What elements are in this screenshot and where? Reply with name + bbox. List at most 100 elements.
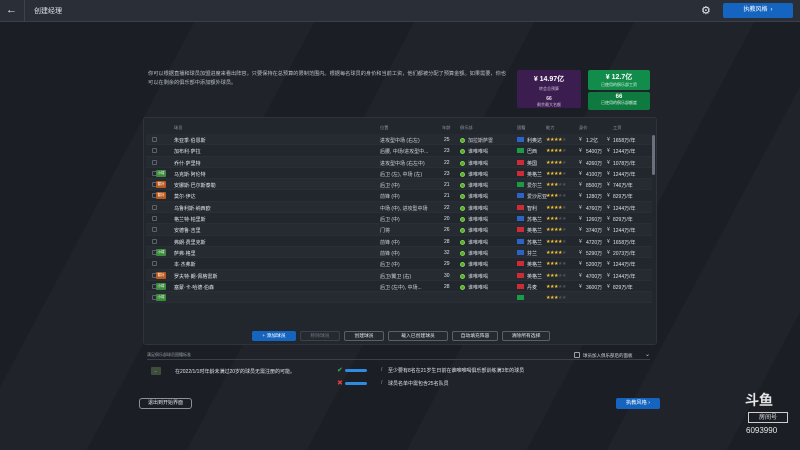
header-wage[interactable]: 工资 <box>613 125 621 131</box>
remove-player-button[interactable]: 移除球员 <box>300 331 340 341</box>
transfer-budget-amount: ¥ 14.97亿 <box>533 76 565 83</box>
player-club: 谁唯唯喝 <box>460 227 488 234</box>
player-name[interactable]: 安德鲁·吉里 <box>174 227 201 234</box>
header-player[interactable]: 球员 <box>174 125 182 131</box>
player-wage: 1244万/年 <box>613 273 636 280</box>
table-row[interactable]: 替补 莫尔·伊达 前锋 (中) 21 谁唯唯喝 爱沙尼亚 ★★★★★ ¥1280万 ¥829万/… <box>146 190 652 202</box>
create-player-button[interactable]: 创建球员 <box>344 331 384 341</box>
watermark-room-number: 6093990 <box>746 426 778 435</box>
add-player-button[interactable]: + 添加球员 <box>252 331 296 341</box>
table-row[interactable]: 小将 塞蒙·卡·哈德·伯森 后卫 (左中), 中场... 28 谁唯唯喝 丹麦 ★★★★★ ¥… <box>146 281 652 293</box>
player-name[interactable]: 乔什·萨里特 <box>174 160 201 167</box>
requirement-condition: 至少要有8名在21岁生日前在谁唯唯喝俱乐部训练满3年的球员 <box>388 368 525 374</box>
chevron-down-icon[interactable]: ⌄ <box>645 351 650 358</box>
table-row[interactable]: 小将 萨弗·格里 前锋 (中) 32 谁唯唯喝 芬兰 ★★★★★ ¥5290万 ¥2073万/年 <box>146 246 652 259</box>
player-age: 23 <box>444 148 450 155</box>
header-age[interactable]: 年龄 <box>442 125 450 131</box>
status-badge: 小将 <box>156 294 166 302</box>
chevron-right-icon: › <box>770 7 773 13</box>
table-row[interactable]: 乔什·萨里特 进攻型中场 (右左中) 22 谁唯唯喝 英国 ★★★★★ ¥4260万 ¥107… <box>146 156 652 168</box>
watermark-logo: 斗鱼 <box>745 392 773 408</box>
player-wage: 1658万/年 <box>613 138 636 144</box>
table-row[interactable]: 加布利·萨拉 后腰, 中场/进攻型中... 23 谁唯唯喝 巴西 ★★★★★ ¥5400万 ¥… <box>146 145 652 157</box>
flag-icon <box>517 159 524 165</box>
table-row[interactable]: 格兰特·帕里斯 后卫 (中) 20 谁唯唯喝 苏格兰 ★★★★★ ¥1260万 ¥829万/年 <box>146 213 652 225</box>
player-wage: 1244万/年 <box>613 228 636 235</box>
table-row[interactable]: 弗朗·费里克斯 前锋 (中) 28 谁唯唯喝 苏格兰 ★★★★★ ¥4720万 ¥1658万/… <box>146 236 652 247</box>
row-checkbox[interactable] <box>152 137 157 142</box>
player-name[interactable]: 本·杰弗斯 <box>174 261 196 268</box>
player-position: 后腰, 中场/进攻型中... <box>380 149 429 156</box>
status-badge: 替补 <box>156 192 166 200</box>
player-name[interactable]: 塞蒙·卡·哈德·伯森 <box>174 284 214 291</box>
row-checkbox[interactable] <box>152 204 157 210</box>
club-crest-icon <box>460 160 465 166</box>
header-club[interactable]: 俱乐部 <box>460 125 473 131</box>
clear-selection-button[interactable]: 清除所有选择 <box>502 331 550 341</box>
player-nation: 巴西 <box>527 149 538 156</box>
currency-symbol: ¥ <box>607 148 610 155</box>
flag-icon <box>517 170 524 176</box>
ability-stars: ★★★★★ <box>546 216 566 223</box>
club-crest-icon <box>460 228 465 234</box>
gear-icon[interactable]: ⚙ <box>701 4 711 17</box>
player-club: 谁唯唯喝 <box>460 160 488 167</box>
row-checkbox[interactable] <box>152 159 157 165</box>
table-row[interactable]: 本·杰弗斯 后卫 (中) 29 谁唯唯喝 英格兰 ★★★★★ ¥5200万 ¥1244万/年 <box>146 258 652 270</box>
autofill-button[interactable]: 自动填充阵容 <box>452 331 498 341</box>
load-player-button[interactable]: 载入已创建球员 <box>388 331 448 341</box>
club-crest-icon <box>460 250 465 256</box>
club-name: 谁唯唯喝 <box>468 217 489 224</box>
header-nation[interactable]: 国籍 <box>517 125 525 131</box>
player-name[interactable]: 莫尔·伊达 <box>174 193 196 200</box>
exit-to-start-button[interactable]: 退出到开始界面 <box>139 398 192 409</box>
row-checkbox[interactable] <box>152 227 157 233</box>
player-name[interactable]: 马克斯·阿伦特 <box>174 171 206 178</box>
table-row[interactable]: 乌鲁利斯·纳西欧 中场 (中), 进攻型中场 22 谁唯唯喝 智利 ★★★★★ ¥4760万… <box>146 201 652 214</box>
header-position[interactable]: 位置 <box>380 125 388 131</box>
player-name[interactable]: 弗朗·费里克斯 <box>174 239 206 246</box>
table-row[interactable]: 安德鲁·吉里 门将 26 谁唯唯喝 英格兰 ★★★★★ ¥3740万 ¥1244万/年 <box>146 224 652 236</box>
flag-icon <box>517 204 524 210</box>
currency-symbol: ¥ <box>607 159 610 166</box>
show-panel-checkbox[interactable] <box>574 352 580 358</box>
player-age: 21 <box>444 182 450 189</box>
watermark-room-label: 房间号 <box>748 412 788 423</box>
player-name[interactable]: 朱亚季·伯恩斯 <box>174 137 206 144</box>
row-checkbox[interactable] <box>152 148 157 154</box>
player-wage: 829万/年 <box>613 217 633 224</box>
player-nation: 英格兰 <box>527 171 543 178</box>
flag-icon <box>517 261 524 267</box>
continue-button[interactable]: 执教风格 › <box>723 3 793 18</box>
back-arrow-icon[interactable]: ← <box>6 4 18 17</box>
player-name[interactable]: 安娜斯·巴尔斯泰勒 <box>174 182 216 189</box>
requirement-note: 在2022/1/1时年龄未满过20岁的球员无需注册的可能。 <box>175 369 296 375</box>
player-name[interactable]: 罗夫特·朗·佩格雷斯 <box>174 273 217 280</box>
player-name[interactable]: 萨弗·格里 <box>174 250 196 257</box>
header-ability[interactable]: 能力 <box>546 125 554 131</box>
player-name[interactable]: 格兰特·帕里斯 <box>174 216 206 223</box>
table-row[interactable]: 替补 罗夫特·朗·佩格雷斯 后卫/翼卫 (右) 30 谁唯唯喝 英格兰 ★★★★★ ¥4700… <box>146 269 652 281</box>
player-name[interactable]: 加布利·萨拉 <box>174 148 201 155</box>
continue-button-bottom[interactable]: 执教风格 › <box>616 398 660 409</box>
player-name[interactable]: 乌鲁利斯·纳西欧 <box>174 205 211 212</box>
row-checkbox[interactable] <box>152 216 157 222</box>
club-crest-icon <box>460 138 465 143</box>
table-row[interactable]: 小将 马克斯·阿伦特 后卫 (左), 中场 (左) 23 谁唯唯喝 英格兰 ★★★★★ ¥41… <box>146 168 652 180</box>
player-nation: 英国 <box>527 160 538 167</box>
scrollbar[interactable] <box>652 135 655 175</box>
player-club: 谁唯唯喝 <box>460 205 488 212</box>
player-position: 进攻型中场 (右左中) <box>380 160 425 167</box>
player-value: 1260万 <box>586 217 603 224</box>
row-checkbox[interactable] <box>152 238 157 244</box>
club-name: 谁唯唯喝 <box>468 160 489 167</box>
row-checkbox[interactable] <box>152 261 157 267</box>
flag-icon <box>517 295 524 301</box>
flag-icon <box>517 193 524 199</box>
header-value[interactable]: 身价 <box>579 125 587 131</box>
player-value: 4760万 <box>586 205 603 212</box>
table-row[interactable]: 朱亚季·伯恩斯 进攻型中场 (右左) 25 加拉斯萨雷 利奥达 ★★★★★ ¥1.2亿 ¥16… <box>146 134 652 146</box>
table-row[interactable]: 小将 ★★★★★ <box>146 292 652 304</box>
player-club: 谁唯唯喝 <box>460 250 488 257</box>
table-row[interactable]: 替补 安娜斯·巴尔斯泰勒 后卫 (中) 21 谁唯唯喝 爱尔兰 ★★★★★ ¥8500万 ¥74… <box>146 179 652 191</box>
